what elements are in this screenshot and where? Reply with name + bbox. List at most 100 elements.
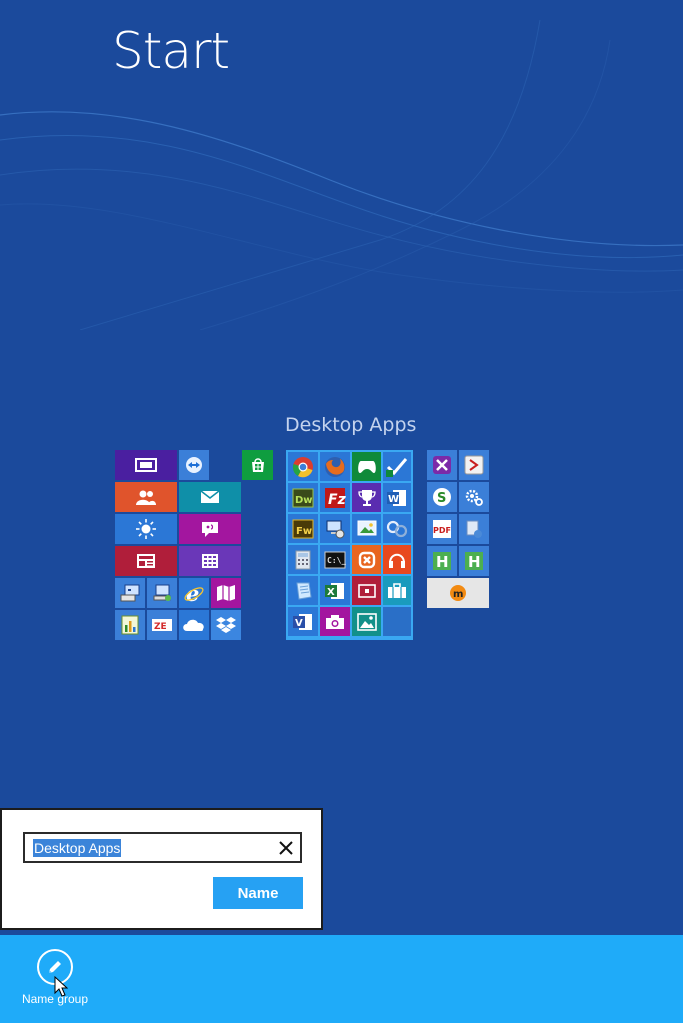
network-computer-icon — [153, 584, 171, 601]
svg-text:Fw: Fw — [296, 526, 312, 537]
video-tile[interactable] — [352, 576, 381, 605]
headphones-icon — [389, 553, 405, 568]
pdf-icon: PDF — [433, 520, 451, 538]
excel-tile[interactable]: X — [320, 576, 350, 605]
name-submit-button[interactable]: Name — [213, 877, 303, 909]
tasks-tile[interactable] — [383, 452, 411, 481]
teamviewer-tile[interactable] — [179, 450, 209, 480]
people-icon — [136, 490, 156, 505]
music-tile[interactable] — [383, 545, 411, 574]
excel-chart-tile[interactable] — [115, 610, 145, 640]
app-bar: Name group — [0, 935, 683, 1023]
svg-text:S: S — [437, 491, 446, 506]
pencil-icon — [49, 961, 61, 973]
calculator-tile[interactable] — [179, 546, 241, 576]
group-name-field[interactable]: Desktop Apps — [23, 832, 302, 863]
x-app-icon — [433, 456, 451, 474]
xampp-icon — [358, 551, 375, 568]
calculator-app-tile[interactable] — [288, 545, 318, 574]
internet-explorer-icon: e — [184, 582, 204, 604]
mouse-cursor-icon — [54, 976, 68, 997]
word-tile[interactable]: W — [383, 483, 411, 512]
dropbox-tile[interactable] — [211, 610, 241, 640]
computer-tile[interactable] — [115, 578, 145, 608]
firefox-tile[interactable] — [320, 452, 350, 481]
calculator-icon — [295, 550, 311, 569]
mail-tile[interactable] — [179, 482, 241, 512]
m-app-icon: m — [450, 585, 466, 601]
firefox-icon — [325, 456, 345, 477]
h-app-icon: H — [465, 552, 483, 571]
remote-desktop-tile[interactable] — [320, 514, 350, 543]
desktop-icon — [135, 458, 157, 472]
visio-icon: V — [293, 613, 312, 630]
name-group-dialog: Desktop Apps Name — [0, 808, 323, 930]
notepad-tile[interactable] — [288, 576, 318, 605]
settings-tile[interactable] — [459, 482, 489, 512]
desktop-tile[interactable] — [115, 450, 177, 480]
newspaper-icon — [137, 554, 155, 568]
group-name-input-text[interactable]: Desktop Apps — [33, 839, 122, 857]
xampp-tile[interactable] — [352, 545, 381, 574]
map-icon — [217, 585, 235, 601]
video-icon — [357, 583, 376, 598]
onedrive-tile[interactable] — [179, 610, 209, 640]
m-app-tile[interactable]: m — [427, 578, 489, 608]
zoho-tile[interactable]: ZE — [147, 610, 177, 640]
connect-tile[interactable] — [383, 514, 411, 543]
photos-icon — [356, 612, 377, 631]
h-app-icon: H — [433, 552, 451, 571]
gears-icon — [465, 489, 483, 506]
x-app-tile[interactable] — [427, 450, 457, 480]
svg-text:W: W — [388, 494, 399, 505]
gamepad-icon — [357, 460, 376, 473]
svg-text:X: X — [327, 587, 335, 598]
trophy-tile[interactable] — [352, 483, 381, 512]
network-computer-tile[interactable] — [147, 578, 177, 608]
installer-tile[interactable] — [459, 514, 489, 544]
zoho-icon: ZE — [152, 619, 172, 632]
filezilla-icon: Fz — [325, 487, 346, 508]
news-tile[interactable] — [115, 546, 177, 576]
pdf-tile[interactable]: PDF — [427, 514, 457, 544]
chart-file-icon — [121, 615, 139, 635]
visio-tile[interactable]: V — [288, 607, 318, 636]
fireworks-tile[interactable]: Fw — [288, 514, 318, 543]
teamviewer-icon — [186, 457, 202, 473]
messaging-tile[interactable] — [179, 514, 241, 544]
background-swirl — [0, 19, 683, 330]
sourcetree-icon: S — [433, 488, 451, 506]
checkmark-icon — [386, 457, 408, 477]
maps-tile[interactable] — [211, 578, 241, 608]
fireworks-icon: Fw — [292, 519, 314, 538]
image-viewer-tile[interactable] — [352, 514, 381, 543]
mail-icon — [200, 490, 220, 503]
computer-icon — [120, 584, 140, 602]
chrome-tile[interactable] — [288, 452, 318, 481]
command-prompt-tile[interactable]: C:\_ — [320, 545, 350, 574]
dreamweaver-tile[interactable]: Dw — [288, 483, 318, 512]
people-tile[interactable] — [115, 482, 177, 512]
camera-tile[interactable] — [320, 607, 350, 636]
filezilla-tile[interactable]: Fz — [320, 483, 350, 512]
suitcase-icon — [388, 582, 406, 598]
travel-tile[interactable] — [383, 576, 411, 605]
svg-text:m: m — [453, 589, 463, 600]
start-screen-title: Start — [112, 22, 230, 80]
h-app-2-tile[interactable]: H — [459, 546, 489, 576]
internet-explorer-tile[interactable]: e — [179, 578, 209, 608]
clear-input-button[interactable] — [276, 837, 296, 859]
link-icon — [386, 520, 408, 537]
store-tile[interactable] — [242, 450, 273, 480]
calculator-icon — [202, 554, 218, 568]
group-title[interactable]: Desktop Apps — [285, 414, 416, 436]
empty-tile-slot — [383, 607, 411, 636]
sourcetree-tile[interactable]: S — [427, 482, 457, 512]
photos-tile[interactable] — [352, 607, 381, 636]
weather-tile[interactable] — [115, 514, 177, 544]
acrobat-tile[interactable] — [459, 450, 489, 480]
terminal-icon: C:\_ — [324, 551, 346, 568]
games-tile[interactable] — [352, 452, 381, 481]
h-app-1-tile[interactable]: H — [427, 546, 457, 576]
camera-icon — [326, 614, 344, 629]
